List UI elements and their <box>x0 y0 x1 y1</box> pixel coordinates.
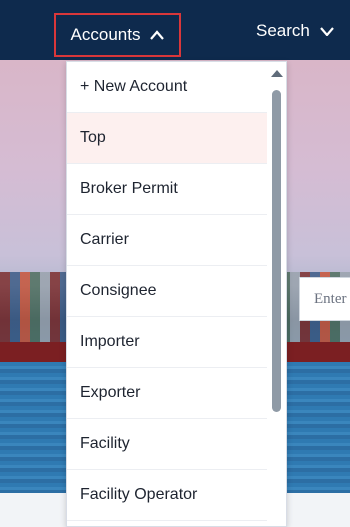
menu-item-top[interactable]: Top <box>67 113 267 164</box>
menu-item-carrier[interactable]: Carrier <box>67 215 267 266</box>
menu-item-label: Importer <box>80 333 140 350</box>
top-navigation-bar: Accounts Search <box>0 0 350 60</box>
search-nav-button[interactable]: Search <box>256 13 334 49</box>
menu-item-facility-operator[interactable]: Facility Operator <box>67 470 267 521</box>
menu-item-consignee[interactable]: Consignee <box>67 266 267 317</box>
accounts-dropdown-menu: + New Account Top Broker Permit Carrier … <box>66 61 287 527</box>
menu-item-facility[interactable]: Facility <box>67 419 267 470</box>
menu-item-label: Broker Permit <box>80 180 178 197</box>
scroll-up-arrow-icon[interactable] <box>271 70 283 77</box>
menu-item-new-account[interactable]: + New Account <box>67 62 267 113</box>
hero-search-input[interactable]: Enter <box>299 277 350 321</box>
menu-item-label: Consignee <box>80 282 157 299</box>
chevron-down-icon <box>320 27 334 36</box>
menu-item-label: Exporter <box>80 384 141 401</box>
chevron-up-icon <box>150 30 165 40</box>
menu-item-label: Facility <box>80 435 130 452</box>
accounts-nav-label: Accounts <box>70 25 141 44</box>
search-nav-label: Search <box>256 21 310 40</box>
dropdown-scrollbar[interactable] <box>267 62 286 526</box>
menu-item-label: Carrier <box>80 231 129 248</box>
scrollbar-thumb[interactable] <box>272 90 281 412</box>
menu-item-exporter[interactable]: Exporter <box>67 368 267 419</box>
menu-item-label: Top <box>80 129 106 146</box>
menu-item-label: Facility Operator <box>80 486 198 503</box>
hero-search-placeholder: Enter <box>314 290 347 307</box>
menu-item-broker-permit[interactable]: Broker Permit <box>67 164 267 215</box>
accounts-nav-button[interactable]: Accounts <box>54 13 181 57</box>
menu-item-label: + New Account <box>80 78 188 95</box>
menu-item-importer[interactable]: Importer <box>67 317 267 368</box>
